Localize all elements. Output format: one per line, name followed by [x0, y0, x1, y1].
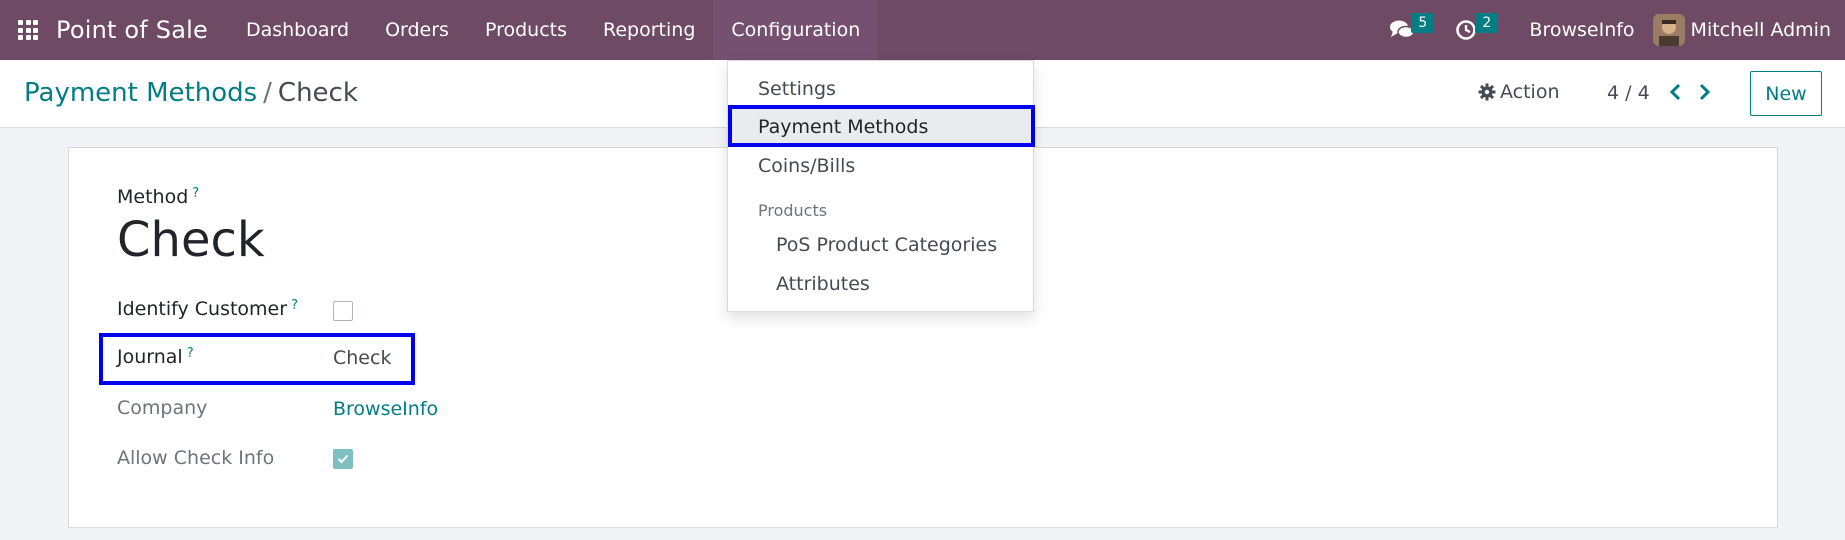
- dropdown-item-pos-product-categories[interactable]: PoS Product Categories: [776, 234, 997, 256]
- user-menu[interactable]: Mitchell Admin: [1652, 14, 1845, 46]
- app-name[interactable]: Point of Sale: [56, 16, 228, 44]
- identify-customer-label: Identify Customer?: [117, 298, 298, 320]
- messages-badge: 5: [1411, 13, 1435, 33]
- company-label: Company: [117, 397, 208, 419]
- user-name: Mitchell Admin: [1690, 19, 1831, 41]
- menu-configuration[interactable]: Configuration: [713, 0, 879, 60]
- activities-button[interactable]: 2: [1443, 0, 1509, 60]
- messages-button[interactable]: 5: [1377, 0, 1443, 60]
- menu-dashboard[interactable]: Dashboard: [228, 0, 367, 60]
- allow-check-info-label: Allow Check Info: [117, 447, 275, 469]
- help-icon[interactable]: ?: [192, 186, 199, 201]
- pager-previous-button[interactable]: [1668, 82, 1682, 106]
- gear-icon: [1478, 83, 1496, 101]
- dropdown-item-settings[interactable]: Settings: [758, 78, 836, 100]
- chevron-right-icon: [1699, 83, 1711, 101]
- check-icon: [337, 454, 349, 464]
- activities-badge: 2: [1475, 13, 1499, 33]
- pager-value[interactable]: 4 / 4: [1607, 82, 1650, 104]
- action-label: Action: [1500, 81, 1560, 103]
- menu-orders[interactable]: Orders: [367, 0, 467, 60]
- configuration-dropdown: Settings Payment Methods Coins/Bills Pro…: [727, 60, 1035, 312]
- dropdown-item-coins-bills[interactable]: Coins/Bills: [758, 155, 855, 177]
- top-navbar: Point of Sale Dashboard Orders Products …: [0, 0, 1845, 60]
- journal-highlight-box: [99, 333, 415, 385]
- menu-products[interactable]: Products: [467, 0, 585, 60]
- breadcrumb-payment-methods[interactable]: Payment Methods: [24, 78, 257, 108]
- new-button[interactable]: New: [1750, 71, 1822, 116]
- avatar: [1652, 14, 1685, 46]
- breadcrumb: Payment Methods / Check: [24, 78, 358, 108]
- systray: 5 2 BrowseInfo Mitchell Admin: [1377, 0, 1845, 60]
- dropdown-item-attributes[interactable]: Attributes: [776, 273, 870, 295]
- identify-customer-checkbox[interactable]: [333, 301, 353, 321]
- dropdown-item-payment-methods[interactable]: Payment Methods: [728, 105, 1035, 147]
- apps-menu-icon[interactable]: [0, 0, 56, 60]
- help-icon[interactable]: ?: [291, 298, 298, 313]
- chevron-left-icon: [1669, 83, 1681, 101]
- clock-icon: [1456, 20, 1477, 40]
- company-switcher[interactable]: BrowseInfo: [1509, 19, 1652, 41]
- breadcrumb-separator: /: [263, 78, 272, 108]
- menu-reporting[interactable]: Reporting: [585, 0, 713, 60]
- pager-next-button[interactable]: [1698, 82, 1712, 106]
- method-label: Method?: [117, 186, 200, 208]
- dropdown-section-products: Products: [758, 201, 828, 220]
- breadcrumb-current: Check: [277, 78, 358, 108]
- allow-check-info-checkbox[interactable]: [333, 449, 353, 469]
- action-button[interactable]: Action: [1478, 81, 1560, 103]
- method-name-field[interactable]: Check: [117, 212, 265, 268]
- company-link[interactable]: BrowseInfo: [333, 398, 438, 420]
